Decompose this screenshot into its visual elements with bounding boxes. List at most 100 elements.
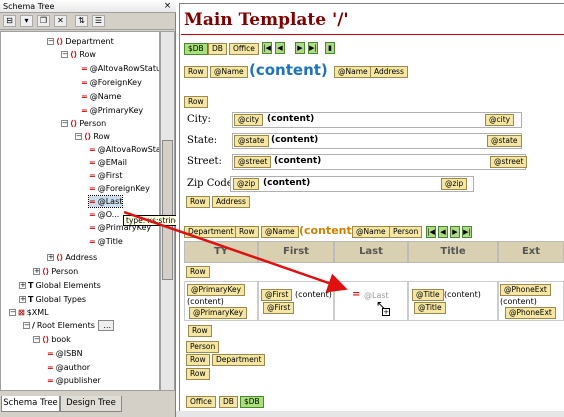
dept-name-start[interactable]: @Name: [261, 226, 299, 238]
name-tag-end[interactable]: @Name: [334, 66, 372, 78]
expand-icon[interactable]: +: [33, 268, 40, 275]
tree-node-name[interactable]: = @Name: [81, 91, 121, 102]
tree-node-department[interactable]: − ⟨⟩ Department: [47, 36, 114, 47]
city-attr-start[interactable]: @city: [234, 114, 264, 126]
dept-content[interactable]: (content): [299, 224, 357, 237]
tab-schema-tree[interactable]: Schema Tree: [1, 396, 60, 412]
expand-icon[interactable]: +: [47, 254, 54, 261]
list-icon[interactable]: ☰: [92, 15, 105, 27]
phoneext-start[interactable]: @PhoneExt: [500, 284, 551, 296]
person-tag[interactable]: Person: [389, 226, 423, 238]
tree-node-rootelements[interactable]: − / Root Elements ...: [23, 320, 115, 331]
table-prev-icon[interactable]: ◀: [438, 226, 448, 238]
sort-icon[interactable]: ⇅: [75, 15, 88, 27]
tree-node-primarykey[interactable]: = @PrimaryKey: [81, 105, 143, 116]
table-first-icon[interactable]: |◀: [426, 226, 436, 238]
header-first[interactable]: First: [258, 241, 334, 263]
city-value[interactable]: (content): [267, 114, 314, 124]
collapse-icon[interactable]: −: [75, 133, 82, 140]
horizontal-scrollbar[interactable]: [176, 411, 564, 417]
delete-icon[interactable]: ✕: [54, 15, 67, 27]
last-record-icon[interactable]: ▶|: [308, 42, 318, 54]
tree-node-xml[interactable]: − ⊠ $XML: [9, 307, 49, 318]
collapse-icon[interactable]: −: [47, 38, 54, 45]
street-attr-start[interactable]: @street: [234, 156, 272, 168]
query-icon[interactable]: ▮: [325, 42, 335, 54]
cell-first[interactable]: [258, 281, 334, 321]
cell-title[interactable]: [408, 281, 498, 321]
tree-node-row[interactable]: − ⟨⟩ Row: [61, 49, 96, 60]
tree-node-book[interactable]: − ⟨⟩ book: [33, 334, 71, 345]
scrollbar-thumb[interactable]: [162, 140, 173, 280]
department-tag[interactable]: Department: [184, 226, 238, 238]
collapse-icon[interactable]: −: [9, 309, 16, 316]
db-tag[interactable]: $DB: [184, 43, 208, 55]
tree-node-author[interactable]: = @author: [47, 362, 90, 373]
row-close-tag-2[interactable]: Row: [186, 354, 210, 366]
header-ext[interactable]: Ext: [498, 241, 564, 263]
content-placeholder[interactable]: (content): [249, 61, 328, 79]
row-tag[interactable]: Row: [184, 66, 208, 78]
next-record-icon[interactable]: ▶: [295, 42, 305, 54]
tree-node-isbn[interactable]: = @ISBN: [47, 348, 83, 359]
person-close-tag[interactable]: Person: [186, 341, 220, 353]
address-tag[interactable]: Address: [370, 66, 408, 78]
state-value[interactable]: (content): [271, 135, 318, 145]
office-close-tag[interactable]: Office: [186, 396, 216, 408]
table-row-tag[interactable]: Row: [186, 266, 210, 278]
state-attr-end[interactable]: @state: [487, 135, 522, 147]
title-end[interactable]: @Title: [414, 302, 446, 314]
tree-node-person[interactable]: − ⟨⟩ Person: [61, 118, 106, 129]
first-end[interactable]: @First: [263, 302, 295, 314]
name-tag-start[interactable]: @Name: [210, 66, 248, 78]
tree-node-o[interactable]: = @O...: [89, 209, 119, 220]
expand-icon[interactable]: ▾: [20, 15, 33, 27]
office-tag[interactable]: Office: [229, 43, 259, 55]
previous-record-icon[interactable]: ◀: [275, 42, 285, 54]
street-attr-end[interactable]: @street: [490, 156, 528, 168]
department-close-tag[interactable]: Department: [212, 354, 266, 366]
collapse-all-icon[interactable]: ⊟: [3, 15, 16, 27]
tree-node-foreignkey[interactable]: = @ForeignKey: [81, 77, 142, 88]
first-content[interactable]: (content): [295, 290, 332, 299]
dept-row-tag[interactable]: Row: [235, 226, 259, 238]
header-ty[interactable]: TY: [184, 241, 258, 263]
expand-icon[interactable]: +: [19, 282, 26, 289]
collapse-icon[interactable]: −: [61, 120, 68, 127]
address-end-tag[interactable]: Address: [212, 196, 250, 208]
zip-attr-end[interactable]: @zip: [441, 178, 468, 190]
primarykey-end[interactable]: @PrimaryKey: [189, 307, 248, 319]
db-tag-2[interactable]: DB: [208, 43, 227, 55]
table-next-icon[interactable]: ▶: [450, 226, 460, 238]
tree-node-altovarowstatus[interactable]: = @AltovaRowStatus: [81, 63, 159, 74]
tree-node-foreignkey[interactable]: = @ForeignKey: [89, 183, 150, 194]
row-close-tag[interactable]: Row: [188, 325, 212, 337]
first-start[interactable]: @First: [261, 289, 293, 301]
header-last[interactable]: Last: [334, 241, 408, 263]
dept-name-end[interactable]: @Name: [352, 226, 390, 238]
collapse-icon[interactable]: −: [61, 51, 68, 58]
row-tag-2[interactable]: Row: [184, 96, 208, 108]
copy-icon[interactable]: ❐: [37, 15, 50, 27]
street-value[interactable]: (content): [274, 156, 321, 166]
tree-node-publisher[interactable]: = @publisher: [47, 375, 101, 386]
tree-node-email[interactable]: = @EMail: [89, 157, 127, 168]
collapse-icon[interactable]: −: [33, 336, 40, 343]
tree-node-row[interactable]: − ⟨⟩ Row: [75, 131, 110, 142]
tree-node-person[interactable]: + ⟨⟩ Person: [33, 266, 78, 277]
tree-node-first[interactable]: = @First: [89, 170, 123, 181]
tree-node-altovarowstat[interactable]: = @AltovaRowStat: [89, 144, 159, 155]
close-icon[interactable]: ×: [162, 1, 173, 12]
db-close-tag[interactable]: DB: [219, 396, 238, 408]
db-close-tag-2[interactable]: $DB: [240, 396, 264, 408]
tree-node-title[interactable]: = @Title: [89, 236, 123, 247]
phoneext-end[interactable]: @PhoneExt: [505, 307, 556, 319]
zip-attr-start[interactable]: @zip: [233, 178, 260, 190]
zip-value[interactable]: (content): [263, 178, 310, 188]
header-title[interactable]: Title: [408, 241, 498, 263]
title-start[interactable]: @Title: [412, 289, 444, 301]
tab-design-tree[interactable]: Design Tree: [60, 396, 122, 412]
expand-icon[interactable]: +: [19, 296, 26, 303]
table-last-icon[interactable]: ▶|: [462, 226, 472, 238]
collapse-icon[interactable]: −: [23, 322, 30, 329]
